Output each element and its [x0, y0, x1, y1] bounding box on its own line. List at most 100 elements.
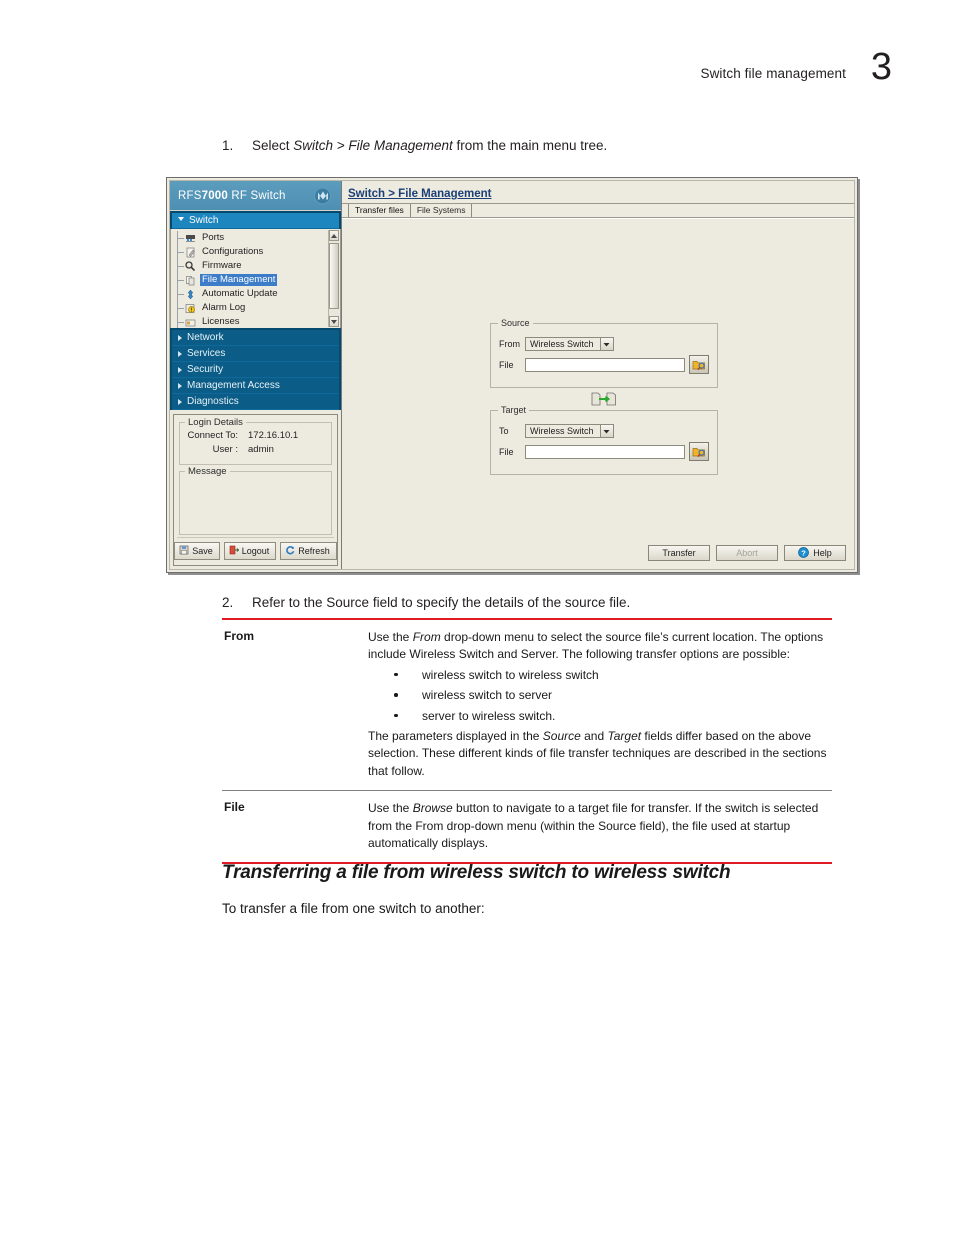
abort-button-label: Abort: [736, 548, 758, 558]
source-from-select[interactable]: Wireless Switch: [525, 337, 614, 351]
nav-group-switch[interactable]: Switch: [172, 213, 339, 229]
chevron-right-icon: [178, 334, 182, 341]
save-button[interactable]: Save: [174, 542, 220, 560]
tree-item-file-management[interactable]: File Management: [175, 273, 340, 287]
target-to-select[interactable]: Wireless Switch: [525, 424, 614, 438]
target-to-value: Wireless Switch: [530, 426, 594, 436]
section-heading: Transferring a file from wireless switch…: [222, 862, 731, 883]
def-file-p1a: Use the: [368, 801, 413, 816]
step-1: 1. Select Switch > File Management from …: [222, 136, 842, 155]
configurations-icon: [185, 247, 196, 258]
brand-suffix: RF Switch: [228, 189, 286, 202]
chevron-right-icon: [178, 350, 182, 357]
tree-item-label: Ports: [202, 232, 225, 243]
tree-item-licenses[interactable]: Licenses: [175, 315, 340, 328]
user-label: User :: [212, 444, 238, 455]
nav-group-security[interactable]: Security: [172, 362, 339, 378]
source-group: Source From Wireless Switch File: [490, 318, 718, 388]
nav-group-services-label: Services: [187, 348, 226, 359]
help-button-label: Help: [813, 548, 832, 558]
tree-item-firmware[interactable]: Firmware: [175, 259, 340, 273]
section-paragraph: To transfer a file from one switch to an…: [222, 901, 485, 916]
logout-button[interactable]: Logout: [223, 542, 277, 560]
refresh-button[interactable]: Refresh: [280, 542, 337, 560]
nav-group-switch-label: Switch: [189, 215, 219, 226]
page-header: Switch file management 3: [0, 48, 954, 98]
alarm-log-icon: [185, 303, 196, 314]
application-screenshot: RFS7000 RF Switch Switch Ports Configura…: [166, 177, 858, 573]
step-1-number: 1.: [222, 138, 234, 153]
tab-transfer-files[interactable]: Transfer files: [348, 204, 411, 217]
help-button[interactable]: ? Help: [784, 545, 846, 561]
def-from-p2a: The parameters displayed in the: [368, 728, 543, 743]
browse-folder-icon: [692, 361, 705, 371]
svg-text:?: ?: [801, 548, 806, 557]
nav-group-diagnostics-label: Diagnostics: [187, 396, 239, 407]
abort-button: Abort: [716, 545, 778, 561]
app-nav-tree: Ports Configurations Firmware File Manag…: [170, 229, 341, 328]
user-value: admin: [248, 444, 274, 455]
chevron-right-icon: [178, 398, 182, 405]
tree-item-ports[interactable]: Ports: [175, 231, 340, 245]
tree-item-label: Automatic Update: [202, 288, 278, 299]
transfer-button[interactable]: Transfer: [648, 545, 710, 561]
def-file-p1i: Browse: [412, 801, 453, 816]
file-transfer-icon: [591, 392, 616, 406]
app-brand-bar: RFS7000 RF Switch: [170, 181, 341, 211]
target-to-label: To: [499, 426, 509, 436]
target-legend: Target: [498, 405, 530, 415]
nav-group-diagnostics[interactable]: Diagnostics: [172, 394, 339, 410]
source-from-value: Wireless Switch: [530, 339, 594, 349]
tree-item-label: Firmware: [202, 260, 242, 271]
step-1-text: Select Switch > File Management from the…: [252, 136, 842, 155]
tree-scrollbar[interactable]: [328, 230, 339, 327]
tab-file-systems-label: File Systems: [416, 205, 466, 215]
nav-group-management-access[interactable]: Management Access: [172, 378, 339, 394]
scroll-down-button[interactable]: [329, 316, 339, 327]
table-row: File Use the Browse button to navigate t…: [222, 791, 832, 862]
running-head: Switch file management: [700, 66, 846, 81]
tree-item-label: Licenses: [202, 316, 240, 327]
message-fieldset: Message: [179, 466, 332, 535]
caret-up-icon: [331, 233, 337, 238]
source-file-label: File: [499, 359, 514, 370]
definition-table: From Use the From drop-down menu to sele…: [222, 618, 832, 865]
app-left-panel: RFS7000 RF Switch Switch Ports Configura…: [170, 181, 342, 569]
left-panel-button-row: Save Logout Refresh: [174, 537, 337, 562]
target-file-input[interactable]: [525, 444, 685, 459]
tree-item-alarm-log[interactable]: Alarm Log: [175, 301, 340, 315]
help-icon: ?: [798, 546, 810, 560]
licenses-icon: [185, 317, 196, 328]
target-group: Target To Wireless Switch File: [490, 405, 718, 475]
nav-group-security-label: Security: [187, 364, 224, 375]
source-file-input[interactable]: [525, 357, 685, 372]
tree-item-automatic-update[interactable]: Automatic Update: [175, 287, 340, 301]
nav-group-services[interactable]: Services: [172, 346, 339, 362]
source-from-row: From Wireless Switch: [499, 337, 709, 351]
nav-group-network-label: Network: [187, 332, 224, 343]
tree-item-label: Configurations: [202, 246, 264, 257]
scrollbar-thumb[interactable]: [329, 243, 339, 309]
nav-group-network[interactable]: Network: [172, 330, 339, 346]
logout-button-label: Logout: [241, 546, 270, 556]
def-desc-file: Use the Browse button to navigate to a t…: [368, 800, 832, 852]
def-from-p2i2: Target: [607, 728, 642, 743]
refresh-button-label: Refresh: [298, 546, 330, 556]
transfer-options-list: wireless switch to wireless switch wirel…: [368, 667, 832, 725]
target-file-label: File: [499, 446, 514, 457]
tab-strip: Transfer files File Systems: [342, 204, 854, 218]
transfer-button-label: Transfer: [662, 548, 696, 558]
target-browse-button[interactable]: [689, 442, 709, 461]
def-term-from: From: [224, 629, 254, 643]
brand-prefix: RFS: [178, 189, 202, 202]
tree-item-configurations[interactable]: Configurations: [175, 245, 340, 259]
list-item: wireless switch to wireless switch: [394, 667, 832, 684]
brand-title: RFS7000 RF Switch: [178, 190, 286, 202]
scroll-up-button[interactable]: [329, 230, 339, 241]
chevron-down-icon: [178, 217, 184, 224]
step-1-menu-path: Switch > File Management: [293, 138, 453, 153]
tree-item-label: File Management: [200, 274, 278, 286]
list-item: wireless switch to server: [394, 687, 832, 704]
source-browse-button[interactable]: [689, 355, 709, 374]
tab-file-systems[interactable]: File Systems: [411, 204, 473, 217]
